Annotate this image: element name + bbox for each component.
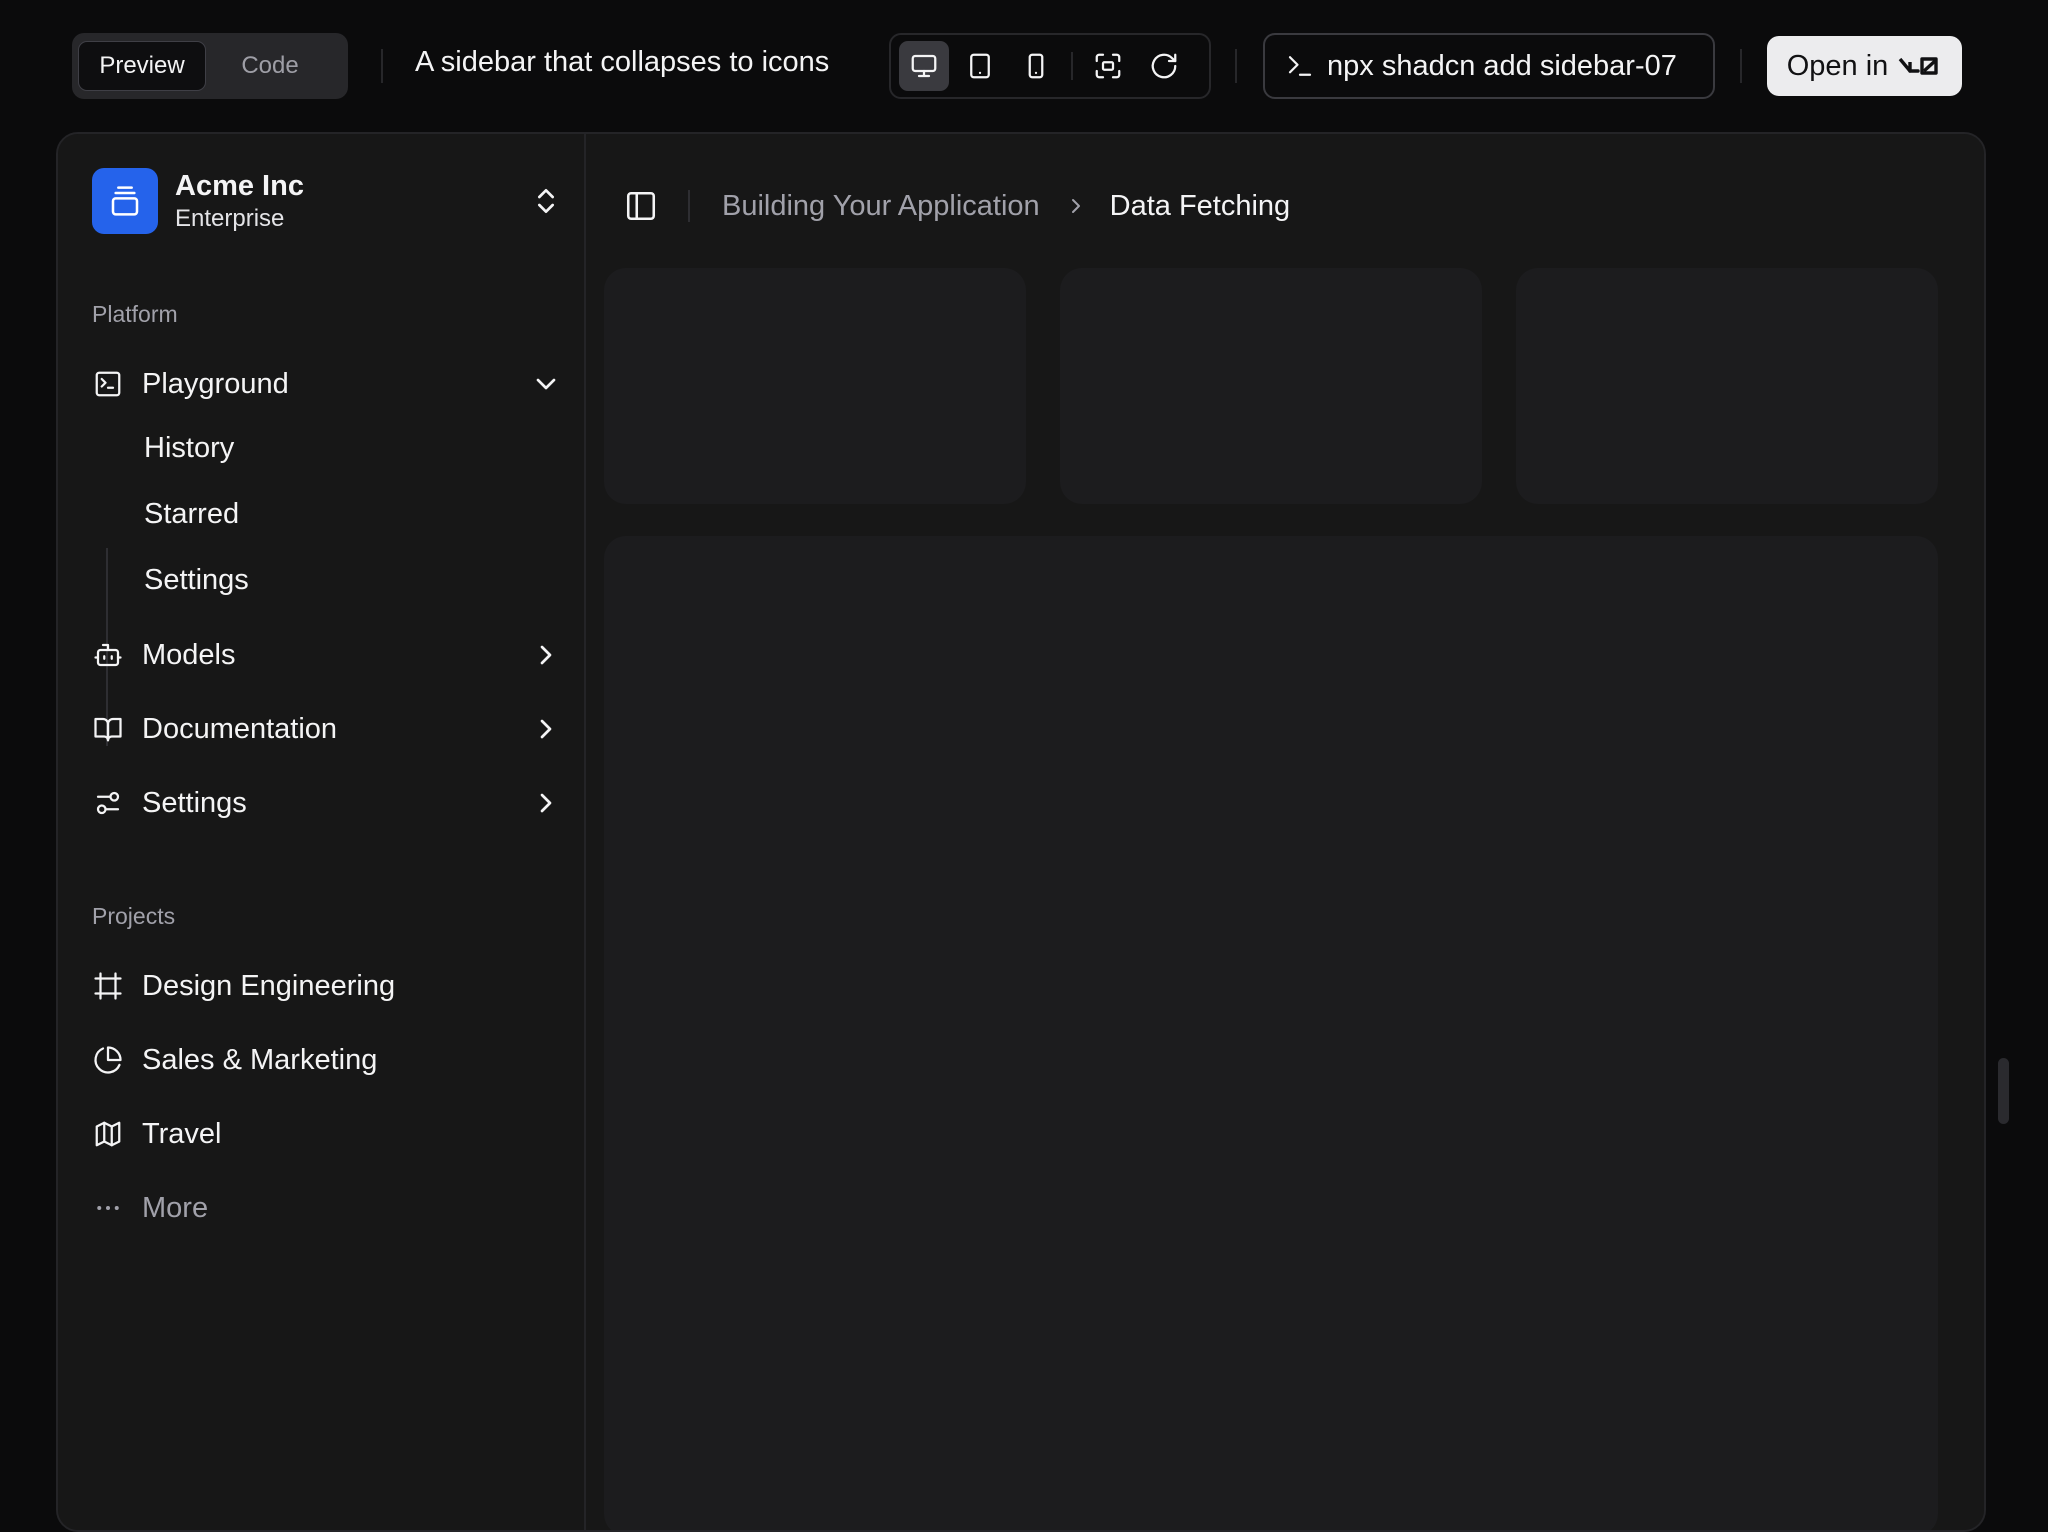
placeholder-card [604, 268, 1026, 504]
toolbar-divider [1740, 49, 1742, 83]
fullscreen-button[interactable] [1083, 41, 1133, 91]
projects-group-label: Projects [92, 903, 176, 929]
sidebar: Acme Inc Enterprise Platform Playground … [58, 134, 586, 1530]
desktop-view-button[interactable] [899, 41, 949, 91]
map-icon [92, 1118, 124, 1150]
project-item-design-engineering[interactable]: Design Engineering [92, 958, 562, 1014]
block-description: A sidebar that collapses to icons [415, 46, 830, 78]
sidebar-item-label: Models [142, 638, 236, 671]
sidebar-item-label: Settings [142, 786, 247, 819]
sidebar-item-documentation[interactable]: Documentation [92, 701, 562, 757]
phone-icon [1028, 53, 1044, 79]
project-item-sales-marketing[interactable]: Sales & Marketing [92, 1032, 562, 1088]
team-switcher[interactable]: Acme Inc Enterprise [92, 168, 562, 234]
placeholder-card [1516, 268, 1938, 504]
open-in-v0-button[interactable]: Open in [1767, 36, 1962, 96]
breadcrumb-current: Data Fetching [1109, 189, 1291, 222]
team-logo [92, 168, 158, 234]
fullscreen-icon [1095, 53, 1121, 79]
platform-group-label: Platform [92, 301, 178, 327]
preview-frame: Acme Inc Enterprise Platform Playground … [56, 132, 1986, 1532]
tablet-view-button[interactable] [955, 41, 1005, 91]
project-item-travel[interactable]: Travel [92, 1106, 562, 1162]
sidebar-item-playground[interactable]: Playground [92, 356, 562, 412]
v0-logo-icon [1898, 57, 1938, 75]
desktop-icon [911, 54, 937, 78]
tab-preview[interactable]: Preview [78, 41, 206, 91]
preview-code-toggle: Preview Code [72, 33, 348, 99]
tab-code[interactable]: Code [206, 41, 334, 91]
team-name: Acme Inc [175, 169, 304, 202]
phone-view-button[interactable] [1011, 41, 1061, 91]
bot-icon [92, 639, 124, 671]
toolbar-divider [381, 49, 383, 83]
sidebar-item-models[interactable]: Models [92, 627, 562, 683]
sidebar-item-label: Documentation [142, 712, 338, 745]
chevron-down-icon [536, 378, 556, 390]
main-content: Building Your Application Data Fetching [588, 134, 1984, 1530]
more-label: More [142, 1191, 209, 1224]
terminal-icon [1288, 56, 1312, 76]
project-item-more[interactable]: More [92, 1180, 562, 1236]
placeholder-card [1060, 268, 1482, 504]
copy-command-button[interactable]: npx shadcn add sidebar-07 [1263, 33, 1715, 99]
chevron-right-icon [1071, 199, 1080, 213]
terminal-square-icon [92, 368, 124, 400]
submenu-item-starred[interactable]: Starred [144, 498, 239, 531]
toolbar-divider [1235, 49, 1237, 83]
team-plan: Enterprise [175, 204, 285, 232]
refresh-button[interactable] [1139, 41, 1189, 91]
book-open-icon [92, 713, 124, 745]
open-in-label: Open in [1786, 49, 1889, 82]
submenu-item-history[interactable]: History [144, 432, 234, 465]
refresh-icon [1151, 53, 1177, 79]
install-command: npx shadcn add sidebar-07 [1327, 49, 1677, 82]
gallery-vertical-end-icon [111, 186, 139, 216]
team-info: Acme Inc Enterprise [175, 170, 304, 233]
sidebar-toggle-icon[interactable] [624, 189, 658, 223]
scrollbar-thumb[interactable] [1998, 1058, 2009, 1124]
breadcrumb-parent[interactable]: Building Your Application [722, 190, 1040, 223]
project-label: Travel [142, 1117, 222, 1150]
project-label: Design Engineering [142, 969, 396, 1002]
frame-icon [92, 970, 124, 1002]
pie-chart-icon [92, 1044, 124, 1076]
submenu-item-settings[interactable]: Settings [144, 564, 249, 597]
breadcrumb: Building Your Application Data Fetching [624, 186, 1290, 226]
chevrons-up-down-icon [538, 189, 554, 213]
chevron-right-icon [540, 719, 552, 739]
breadcrumb-divider [688, 190, 690, 222]
viewgroup-divider [1071, 52, 1073, 80]
placeholder-main-panel [604, 536, 1938, 1530]
more-horizontal-icon [92, 1192, 124, 1224]
project-label: Sales & Marketing [142, 1043, 378, 1076]
settings-sliders-icon [92, 787, 124, 819]
top-toolbar: Preview Code A sidebar that collapses to… [0, 0, 2048, 132]
tablet-icon [970, 53, 990, 79]
sidebar-item-label: Playground [142, 367, 289, 400]
sidebar-item-settings[interactable]: Settings [92, 775, 562, 831]
chevron-right-icon [540, 645, 552, 665]
viewport-toggle-group [889, 33, 1211, 99]
chevron-right-icon [540, 793, 552, 813]
